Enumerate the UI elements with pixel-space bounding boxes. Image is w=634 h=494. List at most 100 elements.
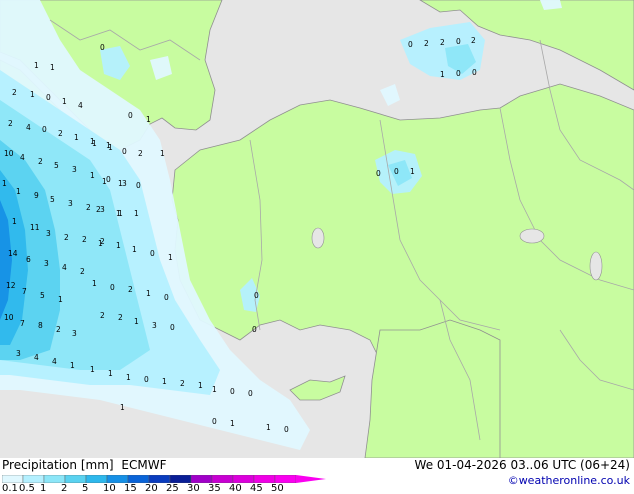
station-value: 1 [108, 143, 113, 152]
station-value: 1 [70, 361, 75, 370]
legend-level-label: 0.5 [19, 483, 35, 494]
station-value: 1 [30, 90, 35, 99]
station-value: 1 [120, 403, 125, 412]
station-value: 2 [118, 313, 123, 322]
station-value: 1 [34, 61, 39, 70]
station-value: 2 [471, 36, 476, 45]
station-value: 1 [90, 171, 95, 180]
station-value: 0 [128, 111, 133, 120]
station-value: 2 [440, 38, 445, 47]
legend-level-label: 35 [208, 483, 221, 494]
station-value: 2 [180, 379, 185, 388]
station-value: 7 [22, 287, 27, 296]
station-value: 0 [164, 293, 169, 302]
legend-swatch [64, 475, 87, 483]
station-value: 2 [100, 311, 105, 320]
station-value: 1 [90, 365, 95, 374]
station-value: 2 [38, 157, 43, 166]
legend-swatch [106, 475, 129, 483]
station-value: 4 [20, 153, 25, 162]
station-value: 10 [4, 149, 14, 158]
station-value: 3 [46, 229, 51, 238]
station-value: 5 [50, 195, 55, 204]
station-value: 0 [46, 93, 51, 102]
legend-level-label: 2 [61, 483, 68, 494]
station-value: 1 [58, 295, 63, 304]
legend-level-label: 5 [82, 483, 89, 494]
station-value: 0 [110, 283, 115, 292]
station-value: 3 [68, 199, 73, 208]
station-value: 0 [170, 323, 175, 332]
legend-swatch [211, 475, 234, 483]
legend-level-label: 30 [187, 483, 200, 494]
legend-title: Precipitation [mm] ECMWF [2, 458, 166, 472]
station-value: 1 [266, 423, 271, 432]
station-value: 0 [376, 169, 381, 178]
station-value: 1 [74, 133, 79, 142]
station-value: 1 [132, 245, 137, 254]
station-value: 1 [50, 63, 55, 72]
legend-level-label: 45 [250, 483, 263, 494]
legend-swatch [127, 475, 150, 483]
station-value: 2 [56, 325, 61, 334]
station-value: 1 [116, 241, 121, 250]
legend-level-label: 20 [145, 483, 158, 494]
station-value: 4 [78, 101, 83, 110]
station-value: 0 [472, 68, 477, 77]
station-value: 4 [34, 353, 39, 362]
map-footer: Precipitation [mm] ECMWF We 01-04-2026 0… [0, 458, 634, 494]
station-value: 8 [38, 321, 43, 330]
lake [311, 227, 325, 249]
legend-swatch [232, 475, 255, 483]
station-value: 1 [92, 279, 97, 288]
station-value: 0 [212, 417, 217, 426]
legend-swatch [43, 475, 66, 483]
station-value: 0 [230, 387, 235, 396]
legend-level-label: 40 [229, 483, 242, 494]
station-value: 1 [102, 177, 107, 186]
station-value: 1 [12, 217, 17, 226]
station-value: 4 [62, 263, 67, 272]
lake [519, 228, 545, 244]
station-value: 1 [118, 179, 123, 188]
lake [589, 251, 603, 281]
station-value: 1 [134, 317, 139, 326]
station-value: 5 [40, 291, 45, 300]
station-value: 1 [212, 385, 217, 394]
station-value: 2 [12, 88, 17, 97]
station-value: 2 [80, 267, 85, 276]
station-value: 14 [8, 249, 18, 258]
station-value: 0 [394, 167, 399, 176]
station-value: 1 [116, 209, 121, 218]
station-value: 1 [126, 373, 131, 382]
legend-level-label: 0.1 [2, 483, 18, 494]
station-value: 2 [424, 39, 429, 48]
credit-link[interactable]: ©weatheronline.co.uk [508, 474, 630, 487]
legend-colorbar [2, 475, 326, 483]
station-value: 1 [198, 381, 203, 390]
legend-title-text: Precipitation [mm] [2, 458, 114, 472]
station-value: 2 [8, 119, 13, 128]
legend-level-label: 25 [166, 483, 179, 494]
legend-level-label: 1 [40, 483, 47, 494]
station-value: 2 [82, 235, 87, 244]
station-value: 4 [26, 123, 31, 132]
station-value: 3 [16, 349, 21, 358]
station-value: 2 [100, 237, 105, 246]
station-value: 1 [62, 97, 67, 106]
legend-level-label: 10 [103, 483, 116, 494]
station-value: 1 [162, 377, 167, 386]
station-value: 1 [108, 369, 113, 378]
station-value: 12 [6, 281, 16, 290]
station-value: 3 [72, 329, 77, 338]
station-value: 0 [42, 125, 47, 134]
station-value: 3 [44, 259, 49, 268]
station-value: 4 [52, 357, 57, 366]
legend-swatch [253, 475, 276, 483]
station-value: 2 [138, 149, 143, 158]
station-value: 1 [146, 115, 151, 124]
station-value: 2 [64, 233, 69, 242]
station-value: 1 [2, 179, 7, 188]
station-value: 0 [456, 37, 461, 46]
station-value: 0 [122, 147, 127, 156]
